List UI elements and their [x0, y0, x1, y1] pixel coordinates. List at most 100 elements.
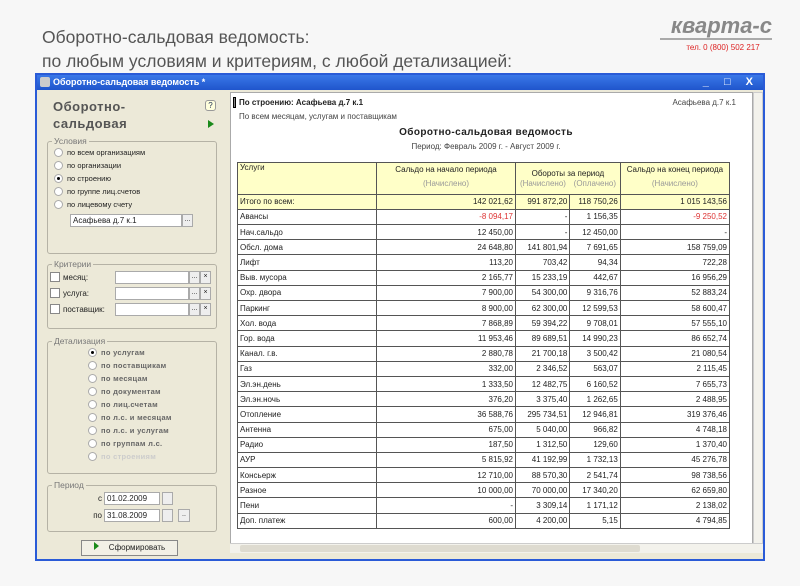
cell-service: Охр. двора — [237, 284, 377, 302]
detail-option[interactable]: по лиц.счетам — [88, 398, 216, 411]
radio-button[interactable] — [54, 161, 63, 170]
cell-service: Итого по всем: — [237, 193, 377, 210]
criteria-checkbox[interactable] — [50, 272, 60, 282]
criteria-select-button[interactable]: ... — [189, 270, 200, 284]
radio-button[interactable] — [88, 387, 97, 396]
total-row: Итого по всем: 142 021,62 991 872,20 118 75… — [237, 193, 731, 210]
cell-value: 21 700,18 — [514, 345, 571, 362]
cell-value: 1 370,40 — [619, 436, 731, 453]
radio-button[interactable] — [88, 348, 97, 357]
calendar-icon[interactable] — [162, 509, 173, 522]
criteria-select-button[interactable]: ... — [189, 286, 200, 300]
radio-button[interactable] — [88, 361, 97, 370]
from-label: с — [98, 494, 102, 503]
criteria-checkbox[interactable] — [50, 288, 60, 298]
cell-value: 5 815,92 — [376, 451, 516, 469]
calendar-icon[interactable] — [162, 492, 173, 505]
clear-icon[interactable]: × — [200, 286, 211, 300]
horizontal-scrollbar[interactable] — [230, 543, 763, 553]
cell-service: Выв. мусора — [237, 269, 377, 286]
period-select-button[interactable]: .. — [178, 509, 190, 522]
period-label: Период — [54, 480, 84, 490]
cell-value: 12 450,00 — [569, 224, 621, 241]
generate-button[interactable]: Сформировать — [81, 540, 178, 556]
radio-button[interactable] — [54, 148, 63, 157]
condition-option[interactable]: по строению — [54, 172, 216, 185]
conditions-label: Условия — [54, 136, 87, 146]
date-from-input[interactable]: 01.02.2009 — [104, 492, 160, 505]
criteria-input[interactable] — [115, 270, 189, 284]
radio-button[interactable] — [54, 174, 63, 183]
criteria-label: услуга: — [63, 288, 89, 298]
date-to-input[interactable]: 31.08.2009 — [104, 509, 160, 522]
radio-button[interactable] — [54, 187, 63, 196]
table-row: Эл.эн.ночь 376,20 3 375,40 1 262,65 2 488,95 — [237, 391, 731, 408]
cell-value: 4 748,18 — [619, 421, 731, 438]
generate-label: Сформировать — [108, 543, 166, 552]
cell-value: 141 801,94 — [514, 239, 571, 256]
detail-option[interactable]: по документам — [88, 385, 216, 398]
radio-button[interactable] — [88, 439, 97, 448]
detail-option[interactable]: по месяцам — [88, 372, 216, 385]
radio-button[interactable] — [54, 200, 63, 209]
cell-value: 10 000,00 — [376, 482, 516, 499]
cell-service: Отопление — [237, 406, 377, 423]
detail-option[interactable]: по поставщикам — [88, 359, 216, 372]
cell-value: 703,42 — [514, 254, 571, 271]
building-select-button[interactable]: ... — [182, 214, 193, 227]
table-row: Антенна 675,00 5 040,00 966,82 4 748,18 — [237, 421, 731, 438]
cell-value: 12 946,81 — [569, 406, 621, 423]
cell-value: 295 734,51 — [514, 406, 571, 423]
clear-icon[interactable]: × — [200, 270, 211, 284]
cell-value: 7 655,73 — [619, 375, 731, 393]
window-icon — [40, 77, 50, 87]
cell-value: 1 015 143,56 — [619, 193, 731, 210]
detail-option[interactable]: по группам л.с. — [88, 437, 216, 450]
detail-label: по услугам — [101, 348, 146, 357]
radio-button[interactable] — [88, 374, 97, 383]
clear-icon[interactable]: × — [200, 302, 211, 316]
cell-value: - — [619, 224, 731, 241]
criteria-checkbox[interactable] — [50, 304, 60, 314]
cell-value: 94,34 — [569, 254, 621, 271]
criteria-input[interactable] — [115, 286, 189, 300]
window-controls[interactable]: _ □ X — [703, 75, 759, 90]
cell-value: -9 250,52 — [619, 208, 731, 226]
report-building-right: Асафьева д.7 к.1 — [672, 98, 736, 107]
radio-button[interactable] — [88, 400, 97, 409]
cell-value: 2 488,95 — [619, 391, 731, 408]
vertical-scrollbar[interactable] — [753, 92, 763, 552]
condition-label: по группе лиц.счетов — [67, 187, 141, 196]
cell-value: 142 021,62 — [376, 193, 516, 210]
criteria-select-button[interactable]: ... — [189, 302, 200, 316]
detail-option[interactable]: по л.с. и месяцам — [88, 411, 216, 424]
cell-value: 41 192,99 — [514, 451, 571, 469]
cell-value: 1 171,12 — [569, 497, 621, 514]
run-icon[interactable] — [208, 120, 214, 128]
header-accrued: (Начислено) — [514, 179, 570, 195]
report-scope: По всем месяцам, услугам и поставщикам — [239, 112, 397, 121]
detail-option[interactable]: по услугам — [88, 346, 216, 359]
cell-value: 3 309,14 — [514, 497, 571, 514]
criteria-row: месяц:... × — [50, 269, 216, 285]
scroll-thumb[interactable] — [240, 545, 640, 552]
help-icon[interactable]: ? — [205, 100, 216, 111]
cell-value: 62 300,00 — [514, 299, 571, 317]
cell-value: 7 691,65 — [569, 239, 621, 256]
condition-option[interactable]: по организации — [54, 159, 216, 172]
cell-service: Лифт — [237, 254, 377, 271]
condition-option[interactable]: по всем организациям — [54, 146, 216, 159]
radio-button[interactable] — [88, 426, 97, 435]
building-input[interactable]: Асафьева д.7 к.1 — [70, 214, 182, 227]
to-label: по — [93, 511, 102, 520]
condition-option[interactable]: по группе лиц.счетов — [54, 185, 216, 198]
cell-value: 129,60 — [569, 436, 621, 453]
radio-button[interactable] — [88, 413, 97, 422]
criteria-input[interactable] — [115, 302, 189, 316]
detail-option[interactable]: по л.с. и услугам — [88, 424, 216, 437]
condition-option[interactable]: по лицевому счету — [54, 198, 216, 211]
cell-service: Консьерж — [237, 467, 377, 484]
cell-value: 12 482,75 — [514, 375, 571, 393]
criteria-group: Критерии месяц:... × услуга:... × поставщик:… — [47, 259, 217, 329]
cell-value: 9 708,01 — [569, 315, 621, 332]
